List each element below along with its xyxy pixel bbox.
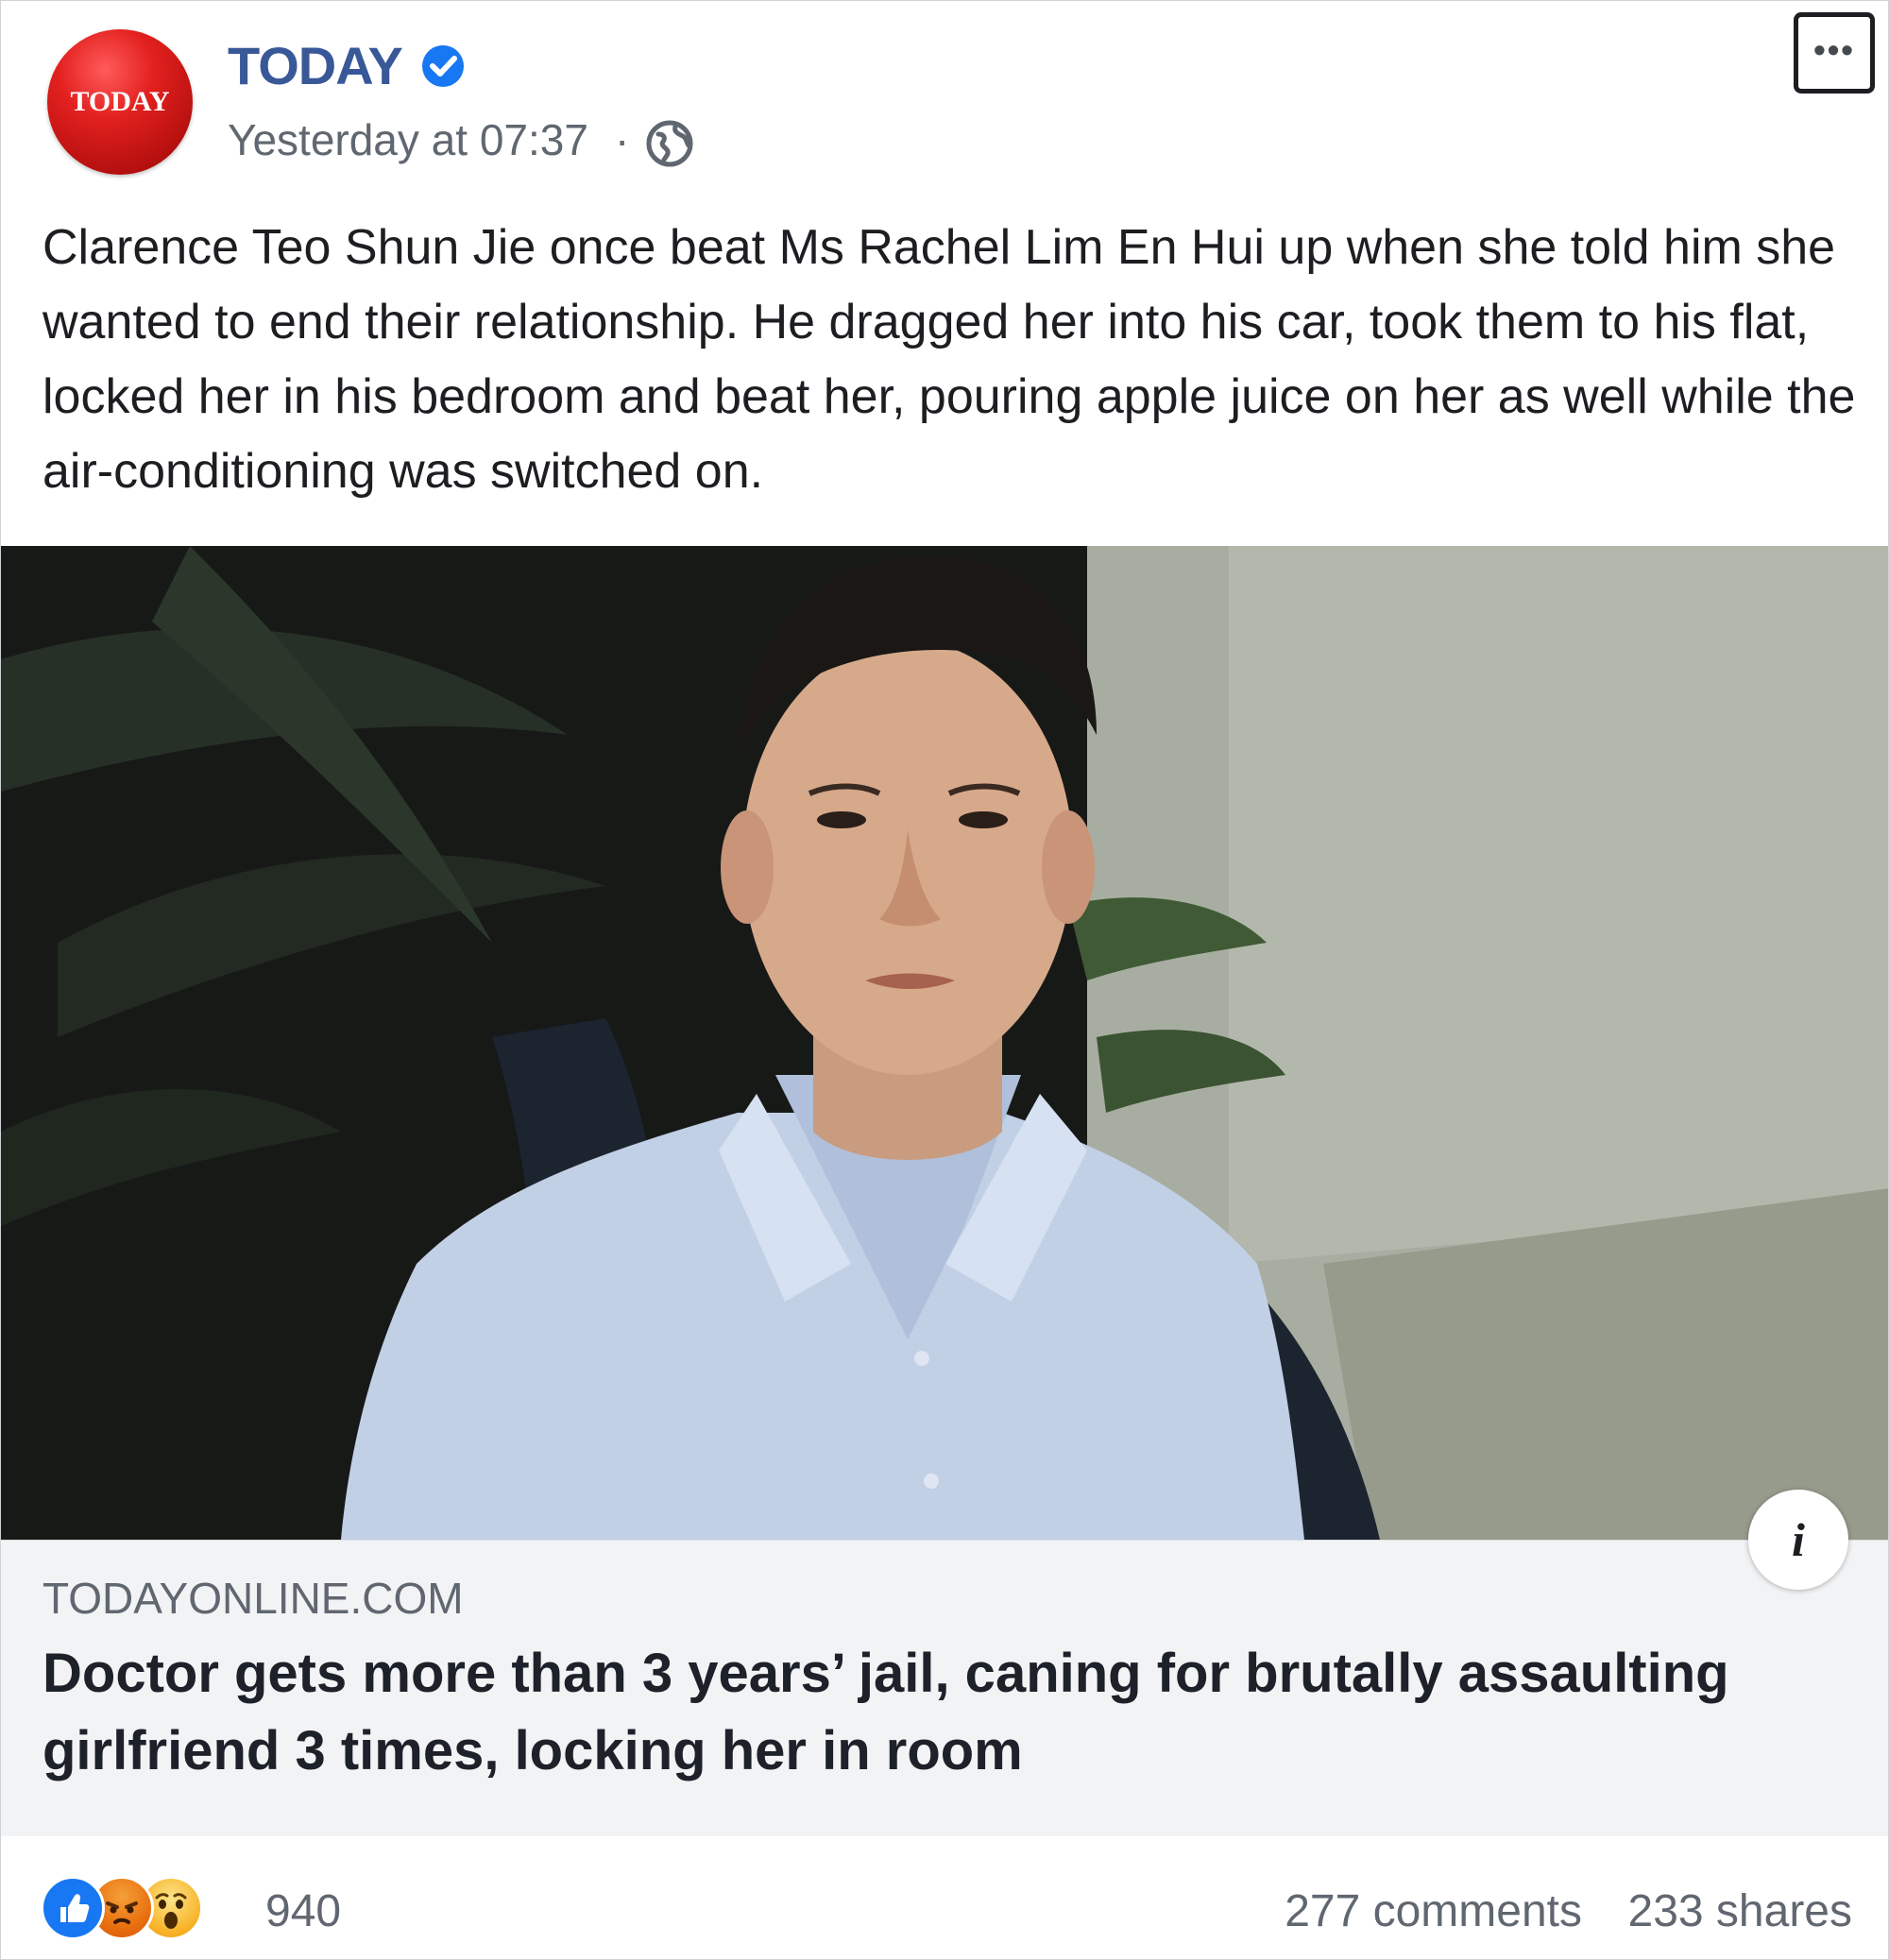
- post-footer: 940 277 comments 233 shares: [1, 1836, 1888, 1959]
- verified-check-icon: [422, 45, 464, 87]
- info-button[interactable]: i: [1748, 1490, 1848, 1590]
- link-preview-card[interactable]: TODAYONLINE.COM Doctor gets more than 3 …: [1, 1540, 1888, 1837]
- info-icon: i: [1792, 1513, 1805, 1566]
- link-domain: TODAYONLINE.COM: [43, 1574, 464, 1623]
- page-avatar[interactable]: TODAY: [47, 29, 193, 175]
- globe-icon[interactable]: [645, 119, 694, 168]
- facebook-post: TODAY TODAY Yesterday at 07:37 · ••• Cla…: [0, 0, 1889, 1960]
- meta-separator: ·: [615, 115, 630, 164]
- post-options-button[interactable]: •••: [1794, 12, 1875, 94]
- reaction-count[interactable]: 940: [265, 1885, 341, 1937]
- reactions-summary[interactable]: [41, 1876, 267, 1942]
- more-options-icon: •••: [1813, 30, 1855, 69]
- like-icon: [41, 1876, 105, 1940]
- shares-count-link[interactable]: 233 shares: [1628, 1885, 1853, 1937]
- link-preview-image[interactable]: [1, 546, 1888, 1540]
- portrait-photo-illustration: [1, 546, 1888, 1540]
- comments-count-link[interactable]: 277 comments: [1285, 1885, 1582, 1937]
- post-timestamp-link[interactable]: Yesterday at 07:37: [228, 114, 588, 165]
- post-caption: Clarence Teo Shun Jie once beat Ms Rache…: [43, 220, 1856, 499]
- avatar-logo-text: TODAY: [70, 86, 170, 117]
- page-name-link[interactable]: TODAY: [228, 35, 403, 96]
- link-headline[interactable]: Doctor gets more than 3 years’ jail, can…: [43, 1635, 1799, 1790]
